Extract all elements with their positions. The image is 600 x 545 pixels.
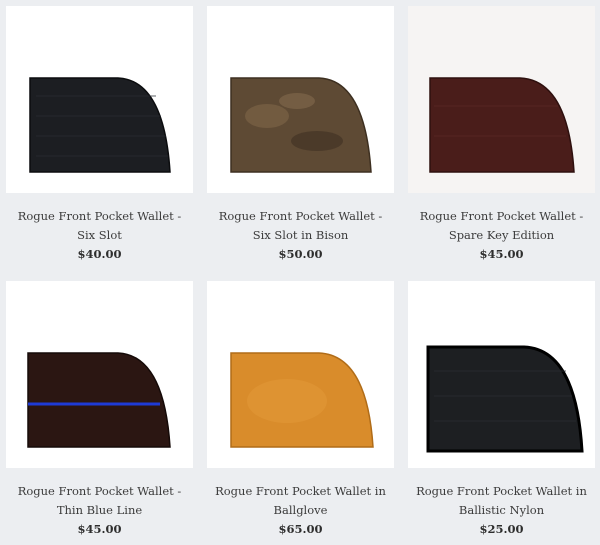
product-name[interactable]: Rogue Front Pocket Wallet in Ballistic N…	[408, 482, 595, 520]
product-price: $40.00	[77, 247, 122, 261]
product-name[interactable]: Rogue Front Pocket Wallet - Spare Key Ed…	[408, 207, 595, 245]
product-image[interactable]	[408, 281, 595, 468]
product-grid: Rogue Front Pocket Wallet - Six Slot $40…	[0, 0, 600, 545]
product-name[interactable]: Rogue Front Pocket Wallet - Six Slot	[6, 207, 193, 245]
product-image[interactable]	[6, 6, 193, 193]
product-price: $50.00	[278, 247, 323, 261]
product-price: $65.00	[278, 522, 323, 536]
product-card[interactable]: Rogue Front Pocket Wallet - Thin Blue Li…	[6, 281, 193, 539]
wallet-shape	[430, 78, 574, 172]
product-name[interactable]: Rogue Front Pocket Wallet in Ballglove	[207, 482, 394, 520]
wallet-shape	[428, 347, 582, 451]
wallet-shape	[30, 78, 170, 172]
product-price: $45.00	[479, 247, 524, 261]
product-name[interactable]: Rogue Front Pocket Wallet - Six Slot in …	[207, 207, 394, 245]
product-card[interactable]: Rogue Front Pocket Wallet in Ballistic N…	[408, 281, 595, 539]
product-card[interactable]: Rogue Front Pocket Wallet - Six Slot in …	[207, 6, 394, 264]
wallet-shape	[28, 353, 170, 447]
product-name[interactable]: Rogue Front Pocket Wallet - Thin Blue Li…	[6, 482, 193, 520]
product-image[interactable]	[6, 281, 193, 468]
product-price: $45.00	[77, 522, 122, 536]
product-card[interactable]: Rogue Front Pocket Wallet - Spare Key Ed…	[408, 6, 595, 264]
product-image[interactable]	[408, 6, 595, 193]
product-card[interactable]: Rogue Front Pocket Wallet - Six Slot $40…	[6, 6, 193, 264]
product-price: $25.00	[479, 522, 524, 536]
product-image[interactable]	[207, 6, 394, 193]
product-card[interactable]: Rogue Front Pocket Wallet in Ballglove $…	[207, 281, 394, 539]
product-image[interactable]	[207, 281, 394, 468]
wallet-shape	[231, 78, 371, 172]
